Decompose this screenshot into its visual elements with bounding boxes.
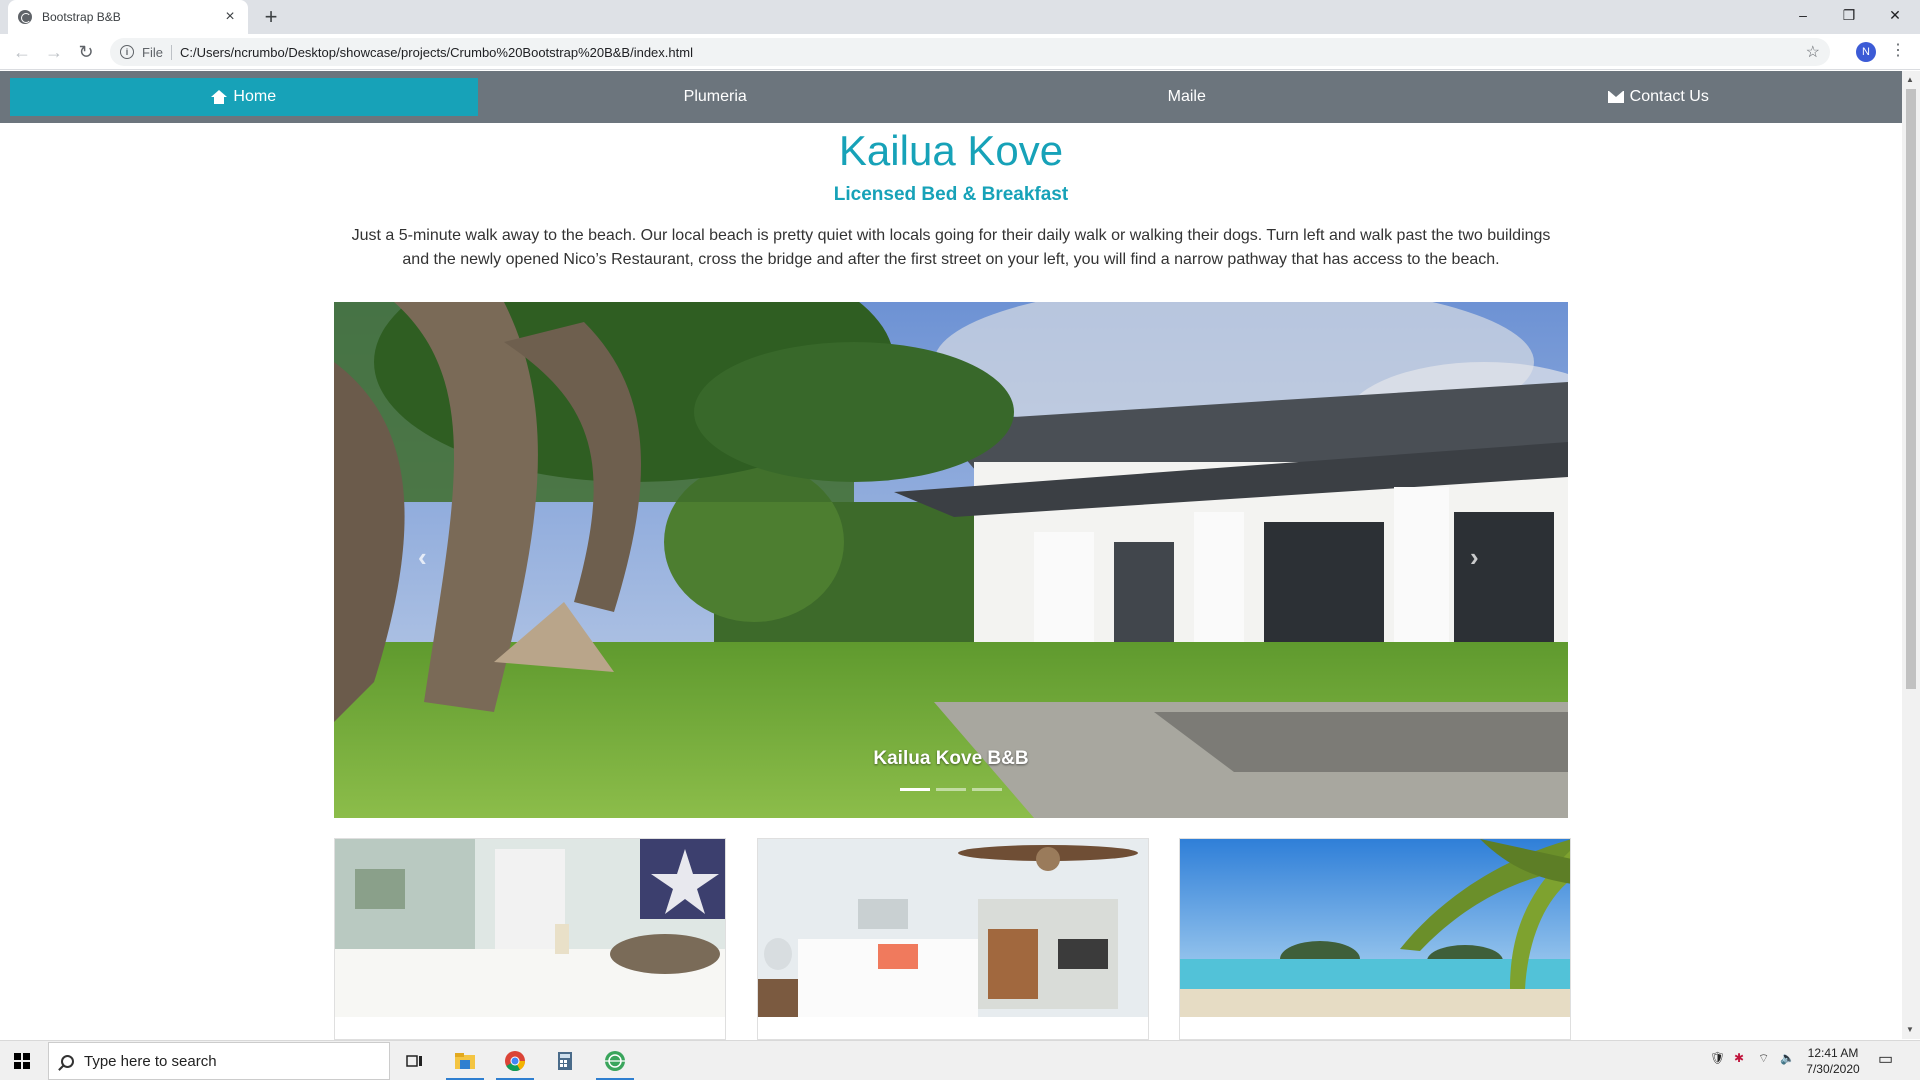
tab-title: Bootstrap B&B <box>42 10 121 24</box>
security-shield-icon[interactable]: 🛡 <box>1710 1051 1725 1065</box>
task-view-icon[interactable] <box>392 1041 438 1080</box>
bedroom-starfish-photo <box>335 839 725 1017</box>
nav-home[interactable]: Home <box>10 78 478 116</box>
tray-app-icon[interactable]: ✱ <box>1734 1051 1744 1065</box>
search-icon <box>61 1054 74 1068</box>
calculator-icon[interactable] <box>542 1041 588 1080</box>
file-explorer-icon[interactable] <box>442 1041 488 1080</box>
carousel-indicator[interactable] <box>936 788 966 791</box>
beach-palm-photo <box>1180 839 1570 1017</box>
nav-plumeria-label: Plumeria <box>683 88 747 105</box>
home-icon <box>211 90 228 104</box>
globe-icon <box>18 10 32 24</box>
house-photo <box>334 302 1568 818</box>
carousel-indicator[interactable] <box>972 788 1002 791</box>
clock-time: 12:41 AM <box>1807 1046 1859 1060</box>
taskbar-search-placeholder: Type here to search <box>84 1052 217 1070</box>
nav-plumeria[interactable]: Plumeria <box>482 78 950 116</box>
envelope-icon <box>1607 91 1624 103</box>
nav-contact[interactable]: Contact Us <box>1425 78 1893 116</box>
browser-tab[interactable]: Bootstrap B&B × <box>8 0 248 34</box>
window-close-button[interactable]: ✕ <box>1872 0 1918 30</box>
carousel-prev-icon[interactable]: ‹ <box>418 542 427 573</box>
scrollbar-thumb[interactable] <box>1906 89 1916 689</box>
chrome-icon[interactable] <box>492 1041 538 1080</box>
minimize-button[interactable]: – <box>1780 0 1826 30</box>
carousel-next-icon[interactable]: › <box>1470 542 1479 573</box>
tab-close-icon[interactable]: × <box>222 8 238 26</box>
app-globe-icon[interactable] <box>592 1041 638 1080</box>
reload-icon[interactable]: ↻ <box>74 40 98 64</box>
bookmark-star-icon[interactable]: ☆ <box>1806 42 1820 62</box>
clock-date: 7/30/2020 <box>1806 1062 1860 1076</box>
network-icon[interactable]: ⌔ <box>1758 1051 1769 1066</box>
nav-home-label: Home <box>233 88 277 105</box>
room-card[interactable] <box>334 838 726 1040</box>
carousel-caption: Kailua Kove B&B <box>873 748 1029 769</box>
volume-icon[interactable]: 🔈 <box>1780 1051 1795 1065</box>
site-navbar: Home Plumeria Maile Contact Us <box>0 71 1902 123</box>
page-scrollbar[interactable]: ▲ ▼ <box>1902 71 1920 1039</box>
address-bar[interactable]: i File C:/Users/ncrumbo/Desktop/showcase… <box>110 38 1830 66</box>
scroll-up-arrow-icon[interactable]: ▲ <box>1906 75 1914 84</box>
image-carousel[interactable]: ‹ › Kailua Kove B&B <box>334 302 1568 818</box>
url-scheme: File <box>142 44 172 60</box>
forward-arrow-icon[interactable]: → <box>42 40 66 64</box>
browser-toolbar: ← → ↻ i File C:/Users/ncrumbo/Desktop/sh… <box>0 34 1920 70</box>
windows-start-icon[interactable] <box>14 1053 30 1069</box>
room-card[interactable] <box>757 838 1149 1040</box>
intro-paragraph: Just a 5-minute walk away to the beach. … <box>351 227 1551 268</box>
info-icon[interactable]: i <box>120 45 134 59</box>
restore-button[interactable]: ❐ <box>1826 0 1872 30</box>
taskbar-clock[interactable]: 12:41 AM 7/30/2020 <box>1796 1045 1870 1077</box>
browser-tab-strip: Bootstrap B&B × + – ❐ ✕ <box>0 0 1920 34</box>
room-card[interactable] <box>1179 838 1571 1040</box>
bedroom-ceiling-fan-photo <box>758 839 1148 1017</box>
nav-maile-label: Maile <box>1167 88 1206 105</box>
page-title: Kailua Kove <box>838 127 1064 174</box>
new-tab-button[interactable]: + <box>260 4 282 30</box>
browser-menu-icon[interactable]: ⋮ <box>1890 40 1906 60</box>
nav-contact-label: Contact Us <box>1629 88 1709 105</box>
url-text[interactable]: C:/Users/ncrumbo/Desktop/showcase/projec… <box>180 45 1806 60</box>
taskbar-search[interactable]: Type here to search <box>48 1042 390 1080</box>
back-arrow-icon[interactable]: ← <box>10 40 34 64</box>
carousel-indicator[interactable] <box>900 788 930 791</box>
page-subtitle: Licensed Bed & Breakfast <box>833 184 1069 205</box>
scroll-down-arrow-icon[interactable]: ▼ <box>1906 1025 1914 1034</box>
profile-avatar[interactable]: N <box>1856 42 1876 62</box>
nav-maile[interactable]: Maile <box>953 78 1421 116</box>
notification-icon[interactable]: ▭ <box>1878 1049 1893 1069</box>
carousel-indicators <box>334 788 1568 791</box>
windows-taskbar: Type here to search 🛡 ✱ ⌔ 🔈 12:41 AM 7/3… <box>0 1040 1920 1080</box>
